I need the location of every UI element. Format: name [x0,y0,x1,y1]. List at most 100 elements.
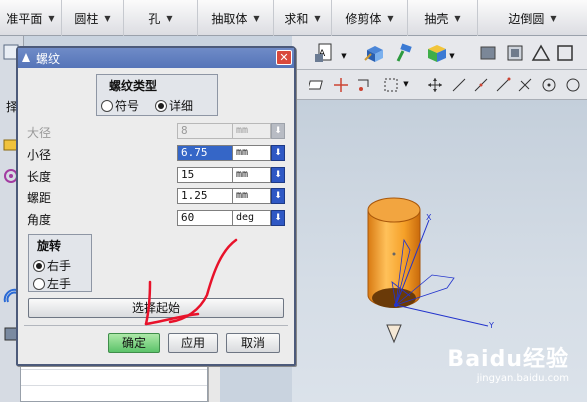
minor-diameter-field[interactable]: 6.75 mm ⬇ [177,145,285,161]
thread-dialog: 螺纹 ✕ 螺纹类型 符号 详细 大径 8 mm ⬇ 小径 6.75 mm ⬇ 长… [16,46,296,366]
radio-symbolic[interactable]: 符号 [101,97,139,114]
ribbon-item-datum-plane[interactable]: 准平面 ▼ [0,0,62,36]
navigator-list[interactable] [20,362,208,402]
unit-label: deg [233,210,271,226]
divider [24,325,288,326]
blue-cube-tool-icon[interactable] [362,41,388,65]
square-icon[interactable] [554,42,576,64]
thread-type-group: 螺纹类型 符号 详细 [96,74,218,116]
box-select-icon[interactable] [382,76,400,94]
radio-left-hand[interactable]: 左手 [33,275,71,292]
chevron-down-icon[interactable]: ▼ [340,52,348,60]
chevron-down-icon[interactable]: ▼ [448,52,456,60]
unit-label: mm [233,188,271,204]
pitch-input[interactable]: 1.25 [177,188,233,204]
ribbon-item-trim-body[interactable]: 修剪体 ▼ [332,0,408,36]
dialog-title: 螺纹 [36,51,61,66]
scrollbar[interactable] [208,362,220,402]
line-point-icon[interactable] [472,76,490,94]
radio-button[interactable] [101,99,113,112]
circle-center-icon[interactable] [540,76,558,94]
chevron-down-icon[interactable]: ▼ [550,14,556,23]
chevron-down-icon[interactable]: ▼ [387,14,393,23]
unit-label: mm [233,123,271,139]
angle-input[interactable]: 60 [177,210,233,226]
list-row[interactable] [21,385,207,386]
chevron-down-icon[interactable]: ▼ [104,14,110,23]
length-label: 长度 [27,170,52,184]
chevron-down-icon[interactable]: ▼ [402,80,410,88]
length-field[interactable]: 15 mm ⬇ [177,167,285,183]
layer-icon[interactable] [504,42,526,64]
arrow-down-icon[interactable]: ⬇ [271,167,285,183]
hammer-tool-icon[interactable] [392,41,418,65]
line-end-icon[interactable] [494,76,512,94]
radio-detailed[interactable]: 详细 [155,97,193,114]
apply-button[interactable]: 应用 [168,333,218,353]
radio-label: 右手 [47,259,72,273]
radio-button[interactable] [155,99,167,112]
thread-icon [22,53,30,62]
watermark-brand: Baidu经验 [447,347,569,372]
pitch-field[interactable]: 1.25 mm ⬇ [177,188,285,204]
radio-label: 符号 [115,99,140,113]
pitch-label: 螺距 [27,191,52,205]
move-icon[interactable] [354,76,372,94]
snap-point-icon[interactable] [332,76,350,94]
angle-label: 角度 [27,213,52,227]
arrow-down-icon[interactable]: ⬇ [271,188,285,204]
chevron-down-icon[interactable]: ▼ [166,14,172,23]
rotation-title: 旋转 [37,239,62,253]
axis-label-x: X [426,213,432,222]
solid-view-icon[interactable] [478,42,500,64]
circle-icon[interactable] [564,76,582,94]
ribbon-label: 抽壳 [424,11,449,26]
chevron-down-icon[interactable]: ▼ [314,14,320,23]
length-input[interactable]: 15 [177,167,233,183]
ribbon-label: 抽取体 [211,11,248,26]
unit-label: mm [233,167,271,183]
pan-icon[interactable] [426,76,444,94]
perpendicular-icon[interactable] [516,76,534,94]
list-row[interactable] [21,369,207,370]
ribbon-item-shell[interactable]: 抽壳 ▼ [408,0,478,36]
chevron-down-icon[interactable]: ▼ [253,14,259,23]
ribbon-label: 准平面 [6,11,43,26]
ok-button[interactable]: 确定 [108,333,160,353]
chevron-down-icon[interactable]: ▼ [48,14,54,23]
dialog-title-bar[interactable]: 螺纹 ✕ [18,48,294,68]
ribbon-item-edge-blend[interactable]: 边倒圆 ▼ [478,0,587,36]
radio-right-hand[interactable]: 右手 [33,257,71,274]
watermark: Baidu经验 jingyan.baidu.com [447,341,569,384]
angle-field[interactable]: 60 deg ⬇ [177,210,285,226]
minor-diameter-input[interactable]: 6.75 [177,145,233,161]
minor-diameter-label: 小径 [27,148,52,162]
colored-cube-tool-icon[interactable] [424,41,450,65]
toolbar-row-2: A ▼ ▼ [292,36,587,70]
radio-button[interactable] [33,277,45,290]
graphics-viewport[interactable]: X Y Baidu经验 jingyan.baidu.com [292,100,587,402]
select-start-button[interactable]: 选择起始 [28,298,284,318]
major-diameter-input: 8 [177,123,233,139]
document-icon[interactable]: A [312,41,338,65]
arrow-down-icon[interactable]: ⬇ [271,210,285,226]
chevron-down-icon[interactable]: ▼ [454,14,460,23]
thread-type-title: 螺纹类型 [109,79,158,93]
ribbon-label: 修剪体 [345,11,382,26]
radio-button[interactable] [33,259,45,272]
major-diameter-label: 大径 [27,126,52,140]
ribbon-item-hole[interactable]: 孔 ▼ [124,0,198,36]
close-icon[interactable]: ✕ [276,50,292,65]
cancel-button[interactable]: 取消 [226,333,280,353]
radio-label: 左手 [47,277,72,291]
ribbon-item-extract-body[interactable]: 抽取体 ▼ [198,0,274,36]
arrow-down-icon[interactable]: ⬇ [271,145,285,161]
unit-label: mm [233,145,271,161]
ribbon-item-cylinder[interactable]: 圆柱 ▼ [62,0,124,36]
ribbon-item-unite[interactable]: 求和 ▼ [274,0,332,36]
watermark-url: jingyan.baidu.com [476,373,569,384]
eraser-icon[interactable] [308,76,326,94]
radio-label: 详细 [169,99,194,113]
line-icon[interactable] [450,76,468,94]
triangle-icon[interactable] [530,42,552,64]
